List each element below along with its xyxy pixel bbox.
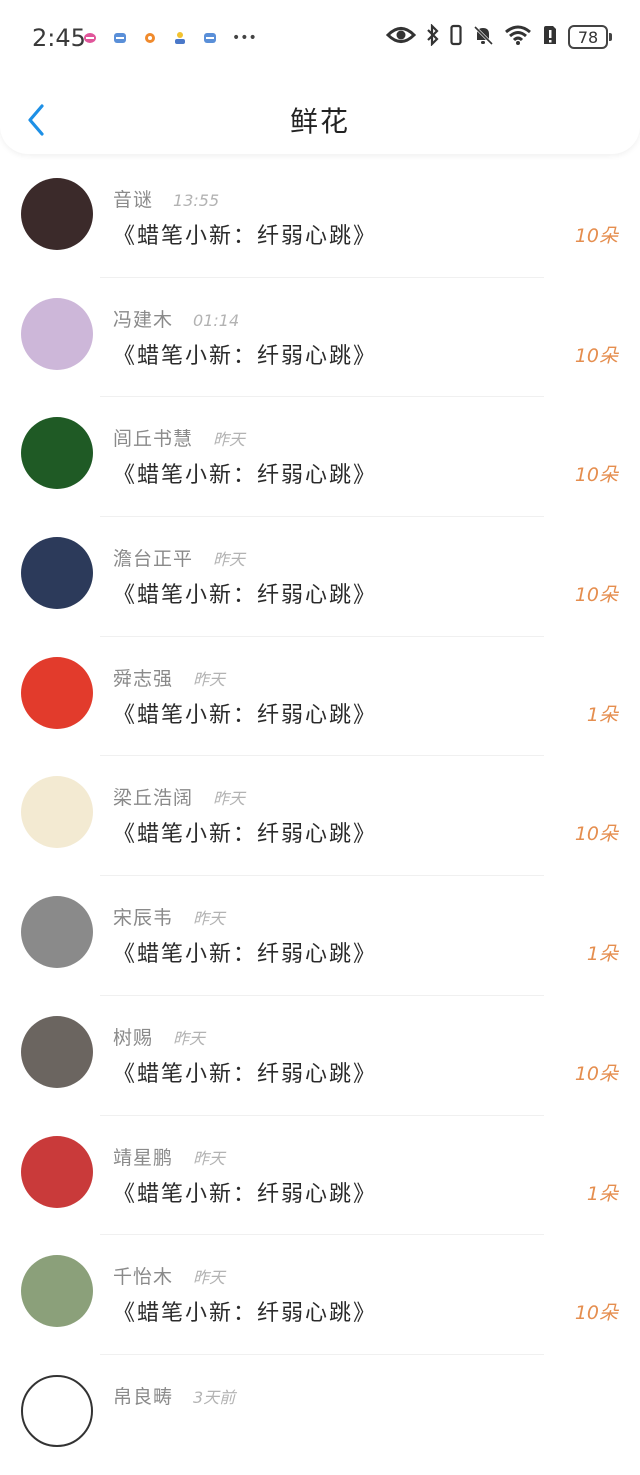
name-line: 音谜 13:55	[113, 185, 219, 212]
avatar[interactable]	[21, 776, 93, 849]
avatar[interactable]	[21, 1135, 93, 1208]
avatar[interactable]	[21, 896, 93, 969]
book-title: 《蜡笔小新：纤弱心跳》	[113, 463, 378, 489]
book-title: 《蜡笔小新：纤弱心跳》	[113, 1061, 378, 1087]
vibrate-icon	[450, 24, 462, 50]
book-title: 《蜡笔小新：纤弱心跳》	[113, 1301, 378, 1327]
flower-count: 10朵	[574, 464, 618, 487]
name-line: 宋辰韦 昨天	[113, 903, 225, 930]
user-name[interactable]: 帛良畴	[113, 1382, 173, 1409]
timestamp: 昨天	[213, 550, 246, 570]
flower-count: 10朵	[574, 823, 618, 846]
sim-alert-icon	[542, 24, 558, 50]
timestamp: 昨天	[193, 1268, 226, 1288]
app-notification-icon	[82, 30, 98, 46]
flower-count: 1朵	[586, 703, 618, 726]
avatar[interactable]	[21, 656, 93, 729]
book-title: 《蜡笔小新：纤弱心跳》	[113, 583, 378, 609]
list-item[interactable]: 音谜 13:55 《蜡笔小新：纤弱心跳》 10朵	[0, 158, 640, 278]
name-line: 树赐 昨天	[113, 1023, 205, 1050]
user-name[interactable]: 冯建木	[113, 305, 173, 332]
book-title: 《蜡笔小新：纤弱心跳》	[113, 224, 378, 249]
user-name[interactable]: 澹台正平	[113, 544, 193, 571]
bluetooth-icon	[426, 23, 440, 50]
name-line: 靖星鹏 昨天	[113, 1143, 225, 1170]
nav-bar: 鲜花	[0, 80, 640, 154]
more-notifications-icon: •••	[232, 30, 257, 46]
user-name[interactable]: 梁丘浩阔	[113, 783, 193, 810]
system-icons: 78	[385, 23, 612, 50]
app-notification-icon	[112, 30, 128, 46]
name-line: 帛良畴 3天前	[113, 1382, 235, 1409]
list-item[interactable]: 树赐 昨天《蜡笔小新：纤弱心跳》 10朵	[0, 996, 640, 1116]
list-item[interactable]: 靖星鹏 昨天《蜡笔小新：纤弱心跳》 1朵	[0, 1116, 640, 1236]
list-item[interactable]: 冯建木 01:14 《蜡笔小新：纤弱心跳》 10朵	[0, 278, 640, 398]
book-title: 《蜡笔小新：纤弱心跳》	[113, 942, 378, 968]
book-title: 《蜡笔小新：纤弱心跳》	[113, 343, 378, 369]
app-notification-icon	[142, 30, 158, 46]
avatar[interactable]	[21, 1015, 93, 1088]
wifi-icon	[504, 24, 532, 50]
app-notification-icon	[172, 30, 188, 46]
app-notification-icon	[202, 30, 218, 46]
list-item[interactable]: 闾丘书慧 昨天《蜡笔小新：纤弱心跳》 10朵	[0, 397, 640, 518]
avatar[interactable]	[21, 1255, 93, 1328]
avatar[interactable]	[21, 417, 93, 490]
list-item[interactable]: 千怡木 昨天《蜡笔小新：纤弱心跳》 10朵	[0, 1235, 640, 1355]
name-line: 舜志强 昨天	[113, 664, 225, 691]
timestamp: 01:14	[193, 310, 240, 330]
timestamp: 3天前	[193, 1387, 236, 1407]
flower-count: 10朵	[574, 1302, 618, 1325]
user-name[interactable]: 树赐	[113, 1023, 153, 1050]
user-name[interactable]: 音谜	[113, 185, 153, 212]
timestamp: 昨天	[213, 789, 246, 809]
header: 2:45 ••• 78 鲜花	[0, 0, 640, 154]
status-bar: 2:45 ••• 78	[0, 0, 640, 80]
user-name[interactable]: 闾丘书慧	[113, 424, 193, 451]
list-item[interactable]: 澹台正平 昨天《蜡笔小新：纤弱心跳》 10朵	[0, 517, 640, 637]
name-line: 澹台正平 昨天	[113, 544, 245, 571]
flower-record-list: 音谜 13:55 《蜡笔小新：纤弱心跳》 10朵 冯建木 01:14 《蜡笔小新：纤弱心跳》…	[0, 158, 640, 1475]
mute-bell-icon	[472, 24, 494, 50]
timestamp: 昨天	[193, 669, 226, 689]
timestamp: 13:55	[173, 191, 220, 210]
flower-count: 10朵	[574, 344, 618, 367]
eye-icon	[385, 25, 417, 49]
user-name[interactable]: 舜志强	[113, 664, 173, 691]
flower-count: 1朵	[586, 1182, 618, 1205]
book-title: 《蜡笔小新：纤弱心跳》	[113, 822, 378, 848]
flower-count: 10朵	[574, 225, 618, 247]
page-title: 鲜花	[289, 105, 350, 138]
avatar[interactable]	[21, 297, 93, 370]
avatar[interactable]	[21, 178, 93, 250]
status-time: 2:45	[32, 24, 86, 52]
list-item[interactable]: 舜志强 昨天《蜡笔小新：纤弱心跳》 1朵	[0, 637, 640, 757]
flower-count: 10朵	[574, 1062, 618, 1085]
flower-count: 10朵	[574, 584, 618, 607]
avatar[interactable]	[21, 1374, 93, 1447]
list-item[interactable]: 梁丘浩阔 昨天《蜡笔小新：纤弱心跳》 10朵	[0, 756, 640, 877]
name-line: 千怡木 昨天	[113, 1262, 225, 1289]
timestamp: 昨天	[193, 1148, 226, 1168]
name-line: 闾丘书慧 昨天	[113, 424, 245, 451]
name-line: 冯建木 01:14	[113, 305, 239, 332]
notification-icons: •••	[82, 30, 257, 46]
timestamp: 昨天	[193, 909, 226, 929]
avatar[interactable]	[21, 537, 93, 610]
battery-indicator: 78	[568, 25, 612, 49]
list-item[interactable]: 宋辰韦 昨天《蜡笔小新：纤弱心跳》 1朵	[0, 876, 640, 996]
user-name[interactable]: 靖星鹏	[113, 1143, 173, 1170]
timestamp: 昨天	[213, 430, 246, 450]
user-name[interactable]: 宋辰韦	[113, 903, 173, 930]
book-title: 《蜡笔小新：纤弱心跳》	[113, 702, 378, 728]
name-line: 梁丘浩阔 昨天	[113, 783, 245, 810]
timestamp: 昨天	[173, 1028, 206, 1048]
flower-count: 1朵	[586, 943, 618, 966]
book-title: 《蜡笔小新：纤弱心跳》	[113, 1181, 378, 1207]
user-name[interactable]: 千怡木	[113, 1262, 173, 1289]
